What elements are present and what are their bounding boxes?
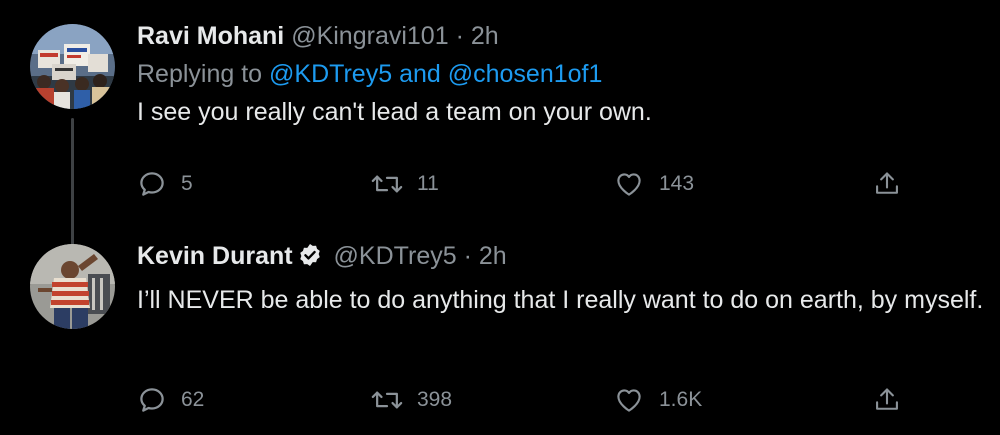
heart-icon bbox=[617, 173, 641, 196]
tweet-text: I’ll NEVER be able to do anything that I… bbox=[137, 286, 984, 314]
retweet-count: 11 bbox=[417, 172, 439, 195]
tweet-actions: 62 398 1.6K bbox=[137, 382, 907, 418]
tweet-body: Ravi Mohani @Kingravi101 · 2h Replying t… bbox=[137, 18, 980, 130]
author-handle[interactable]: @Kingravi101 bbox=[291, 22, 448, 50]
author-name[interactable]: Kevin Durant bbox=[137, 242, 293, 270]
retweet-button[interactable]: 11 bbox=[371, 166, 439, 202]
share-button[interactable] bbox=[873, 382, 901, 418]
tweet-thread: Ravi Mohani @Kingravi101 · 2h Replying t… bbox=[0, 0, 1000, 435]
mention-link-kdtrey5[interactable]: @KDTrey5 bbox=[269, 60, 392, 88]
avatar[interactable] bbox=[30, 244, 115, 329]
like-count: 1.6K bbox=[659, 388, 703, 411]
avatar[interactable] bbox=[30, 24, 115, 109]
share-button[interactable] bbox=[873, 166, 901, 202]
reply-button[interactable]: 5 bbox=[137, 166, 193, 202]
tweet-actions: 5 11 143 bbox=[137, 166, 907, 202]
tweet-ravi-mohani[interactable]: Ravi Mohani @Kingravi101 · 2h Replying t… bbox=[0, 18, 1000, 253]
reply-count: 62 bbox=[181, 388, 205, 411]
share-icon bbox=[876, 172, 898, 194]
retweet-button[interactable]: 398 bbox=[371, 382, 452, 418]
tweet-text: I see you really can't lead a team on yo… bbox=[137, 98, 652, 126]
verified-badge-icon bbox=[297, 242, 323, 278]
tweet-header: Ravi Mohani @Kingravi101 · 2h bbox=[137, 18, 980, 54]
replying-to-line: Replying to @KDTrey5 and @chosen1of1 bbox=[137, 56, 980, 92]
reply-icon bbox=[140, 388, 164, 412]
replying-and[interactable]: and bbox=[399, 60, 441, 88]
tweet-header: Kevin Durant @KDTrey5 · 2h bbox=[137, 238, 980, 278]
retweet-count: 398 bbox=[417, 388, 453, 411]
separator-dot: · bbox=[463, 242, 472, 270]
author-handle[interactable]: @KDTrey5 bbox=[334, 242, 457, 270]
reply-count: 5 bbox=[181, 172, 193, 195]
timestamp[interactable]: 2h bbox=[479, 242, 507, 270]
tweet-kevin-durant[interactable]: Kevin Durant @KDTrey5 · 2h I’ll NEVER be… bbox=[0, 238, 1000, 435]
like-button[interactable]: 1.6K bbox=[613, 382, 702, 418]
author-name[interactable]: Ravi Mohani bbox=[137, 22, 284, 50]
retweet-icon bbox=[371, 175, 403, 193]
reply-icon bbox=[140, 172, 164, 196]
reply-button[interactable]: 62 bbox=[137, 382, 204, 418]
like-button[interactable]: 143 bbox=[613, 166, 694, 202]
like-count: 143 bbox=[659, 172, 695, 195]
share-icon bbox=[876, 388, 898, 410]
heart-icon bbox=[617, 389, 641, 412]
retweet-icon bbox=[371, 391, 403, 409]
separator-dot: · bbox=[455, 22, 464, 50]
timestamp[interactable]: 2h bbox=[471, 22, 499, 50]
tweet-body: Kevin Durant @KDTrey5 · 2h I’ll NEVER be… bbox=[137, 238, 983, 318]
striped-shirt-person-avatar-icon bbox=[30, 244, 115, 329]
thread-connector-line bbox=[71, 118, 74, 253]
mention-link-chosen1of1[interactable]: @chosen1of1 bbox=[448, 60, 603, 88]
replying-prefix: Replying to bbox=[137, 60, 263, 88]
protest-crowd-avatar-icon bbox=[30, 24, 115, 109]
